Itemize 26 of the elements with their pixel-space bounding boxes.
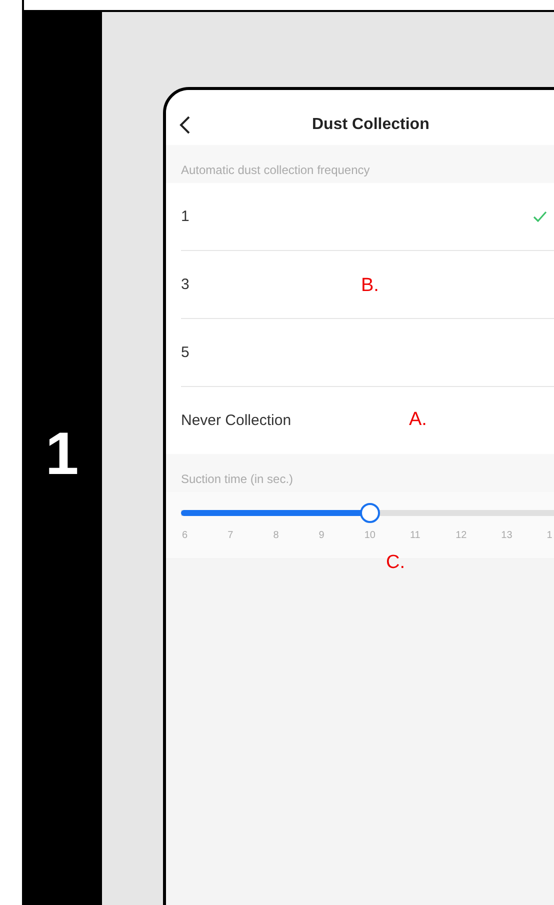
option-row[interactable]: 3 B.: [181, 251, 554, 319]
option-label: 1: [181, 208, 190, 225]
annotation-label: B.: [361, 275, 379, 297]
tick-label: 6: [181, 530, 189, 541]
section-header: Automatic dust collection frequency: [181, 163, 370, 177]
option-label: Never Collection: [181, 412, 292, 429]
option-row[interactable]: Never Collection A.: [181, 387, 554, 454]
tick-label: 12: [454, 530, 468, 541]
screen-title: Dust Collection: [312, 116, 430, 134]
tick-label: 1: [546, 530, 554, 541]
tick-label: 7: [226, 530, 234, 541]
tick-label: 9: [318, 530, 326, 541]
section-header: Suction time (in sec.): [181, 472, 294, 486]
back-icon[interactable]: [179, 116, 191, 134]
option-label: 3: [181, 276, 190, 293]
tick-label: 13: [500, 530, 514, 541]
option-label: 5: [181, 344, 190, 361]
step-number: 1: [45, 419, 79, 488]
tick-label: 8: [272, 530, 280, 541]
slider-thumb[interactable]: [360, 503, 380, 523]
annotation-label: A.: [409, 409, 427, 431]
option-row[interactable]: 1: [181, 183, 554, 251]
annotation-label: C.: [386, 552, 405, 574]
tick-label: 10: [363, 530, 376, 541]
option-row[interactable]: 5: [181, 319, 554, 387]
tick-label: 11: [408, 530, 422, 541]
